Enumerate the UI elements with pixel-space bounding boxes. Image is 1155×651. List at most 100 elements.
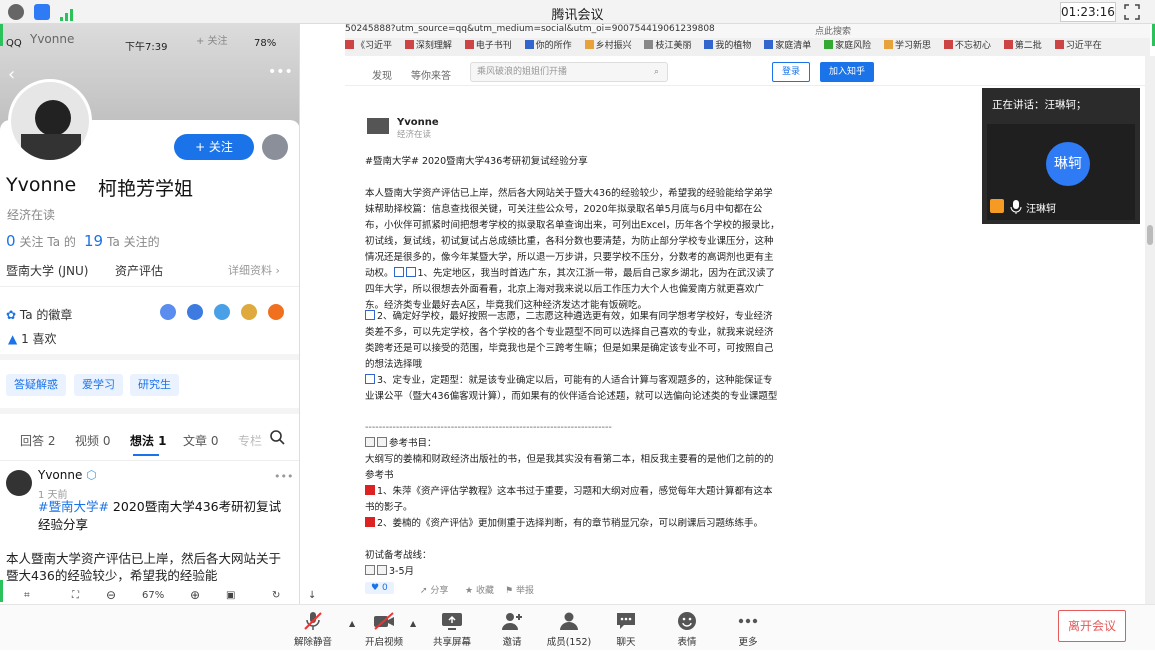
profile-subtitle: 经济在读 [7,208,56,222]
tag-study[interactable]: 爱学习 [74,374,123,396]
phone-time: 下午7:39 [125,42,168,53]
scrollbar-thumb[interactable] [1147,225,1153,245]
article-author-avatar[interactable] [367,118,389,134]
unmute-button[interactable]: 解除静音 [278,605,348,651]
smiley-icon [676,611,698,631]
chat-button[interactable]: 聊天 [591,605,661,651]
report-button[interactable]: ⚑ 举报 [505,583,534,596]
following-stat[interactable]: 0 关注 Ta 的 [6,232,76,250]
badge-row[interactable]: ✿ Ta 的徽章 [6,306,72,323]
timeline-title: 初试备考战线： [365,550,432,561]
microphone-icon [1010,199,1022,214]
vote-button[interactable]: ♥ 0 [365,582,394,594]
nav-discover[interactable]: 发现 [372,67,392,82]
badge-icon [214,304,231,320]
section-gap [0,408,299,414]
bookmark-item[interactable]: 《习近平 [345,38,392,51]
start-video-button[interactable]: 开启视频 [349,605,419,651]
browser-url-bar[interactable]: 50245888?utm_source=qq&utm_medium=social… [345,24,1150,38]
reference-item-1: 1、朱萍《资产评估学教程》这本书过于重要，习题和大纲对应看，感觉每年大题计算都有… [365,485,773,513]
red-book-icon [365,485,375,495]
join-button[interactable]: 加入知乎 [820,62,874,82]
bookmark-item[interactable]: 第二批 [1003,38,1042,51]
tab-thoughts[interactable]: 想法 1 [130,432,167,449]
post-title[interactable]: #暨南大学# 2020暨南大学436考研初复试经验分享 [38,498,288,534]
back-icon[interactable]: ‹ [8,64,15,85]
bookmark-item[interactable]: 电子书刊 [464,38,512,51]
followers-stat[interactable]: 19 Ta 关注的 [84,232,160,250]
favorite-button[interactable]: ★ 收藏 [465,583,494,596]
reference-item-2: 2、姜楠的《资产评估》更加侧重于选择判断，有的章节稍显冗杂，可以刷课后习题练练手… [365,516,780,532]
zoom-out-icon[interactable]: ⊖ [106,588,116,602]
reactions-button[interactable]: 表情 [652,605,722,651]
download-icon[interactable]: ↓ [308,590,316,601]
shared-phone-screen: QQ Yvonne 下午7:39 + 关注 78% ‹ ••• + 关注 Yvo… [0,24,300,604]
bookmark-item[interactable]: 你的所作 [524,38,572,51]
search-icon[interactable]: ⌕ [654,63,659,81]
nav-waiting-answers[interactable]: 等你来答 [411,67,451,82]
zoom-in-icon[interactable]: ⊕ [190,588,200,602]
bookmark-item[interactable]: 家庭风险 [824,38,871,51]
actual-size-icon[interactable]: ▣ [226,590,235,601]
article-paragraph-3: 3、定专业，定题型：就是该专业确定以后，可能有的人适合计算与客观题多的，这种能保… [365,374,778,402]
detail-link[interactable]: 详细资料 › [228,262,280,278]
post-more-icon[interactable]: ••• [274,470,293,483]
bookmark-item[interactable]: 深刻理解 [404,38,452,51]
faded-header-name: Yvonne [30,32,75,46]
speaker-avatar: 琳轲 [1046,142,1090,186]
reference-intro: 大纲写的姜楠和财政经济出版社的书，但是我其实没有看第二本，相反我主要看的是他们之… [365,454,774,481]
tag-grad[interactable]: 研究生 [130,374,179,396]
badge-icon: ✿ [6,308,17,322]
tab-articles[interactable]: 文章 0 [183,432,218,449]
bookmark-item[interactable]: 枝江美丽 [644,38,691,51]
phone-status-bar: QQ Yvonne 下午7:39 + 关注 78% [0,32,299,54]
badge-label: Ta 的徽章 [19,308,73,322]
more-icon[interactable]: ••• [268,64,293,80]
url-text: 50245888?utm_source=qq&utm_medium=social… [345,24,715,34]
share-button[interactable]: ➚ 分享 [420,583,448,596]
post-author-avatar[interactable] [6,470,32,496]
camera-off-icon [373,611,395,631]
badge-icon [187,304,204,320]
bookmark-item[interactable]: 家庭清单 [764,38,811,51]
site-search-input[interactable]: 乘风破浪的姐姐们开播 ⌕ [470,62,668,82]
crop-icon[interactable]: ⌗ [24,590,30,601]
article-actions: ♥ 0 ➚ 分享 ★ 收藏 ⚑ 举报 [365,582,1145,600]
bookmark-item[interactable]: 不忘初心 [943,38,991,51]
bookmark-item[interactable]: 我的植物 [704,38,751,51]
page-scrollbar[interactable] [1145,56,1155,604]
message-icon[interactable] [262,134,288,160]
rotate-icon[interactable]: ↻ [272,590,280,601]
tag-qa[interactable]: 答疑解惑 [6,374,66,396]
bookmarks-bar: 《习近平 深刻理解 电子书刊 你的所作 乡村振兴 枝江美丽 我的植物 家庭清单 … [345,38,1150,56]
tab-columns[interactable]: 专栏 [238,432,262,449]
fullscreen-icon[interactable] [1124,4,1140,20]
fit-icon[interactable]: ⛶ [72,590,79,601]
timeline-item: 3-5月 [365,564,780,580]
book-icon [377,437,387,447]
badge-list[interactable] [160,304,290,324]
profile-avatar[interactable] [8,79,92,163]
badge-icon [160,304,176,320]
tab-indicator [133,454,159,456]
share-border-mark [0,24,3,46]
tab-videos[interactable]: 视频 0 [75,432,110,449]
tab-answers[interactable]: 回答 2 [20,432,55,449]
bookmark-item[interactable]: 习近平在 [1054,38,1102,51]
carrier-label: QQ [6,38,22,49]
article-title: #暨南大学# 2020暨南大学436考研初复试经验分享 [365,156,588,167]
login-button[interactable]: 登录 [772,62,810,82]
share-icon: ➚ [420,586,428,596]
more-button[interactable]: 更多 [713,605,783,651]
browser-search-hint[interactable]: 点此搜索 [815,24,851,37]
flag-icon: ⚑ [505,586,514,596]
speaker-name: 汪琳轲 [1026,204,1056,215]
follow-button[interactable]: + 关注 [174,134,254,160]
post-author[interactable]: Yvonne ⬡ [38,468,97,482]
likes-count: ▲ 1 喜欢 [8,330,57,347]
leave-meeting-button[interactable]: 离开会议 [1058,610,1126,642]
bookmark-item[interactable]: 乡村振兴 [584,38,632,51]
bookmark-item[interactable]: 学习新思 [884,38,931,51]
search-icon[interactable] [270,430,285,448]
post-body: 本人暨南大学资产评估已上岸，然后各大网站关于暨大436的经验较少，希望我的经验能 [6,551,282,583]
